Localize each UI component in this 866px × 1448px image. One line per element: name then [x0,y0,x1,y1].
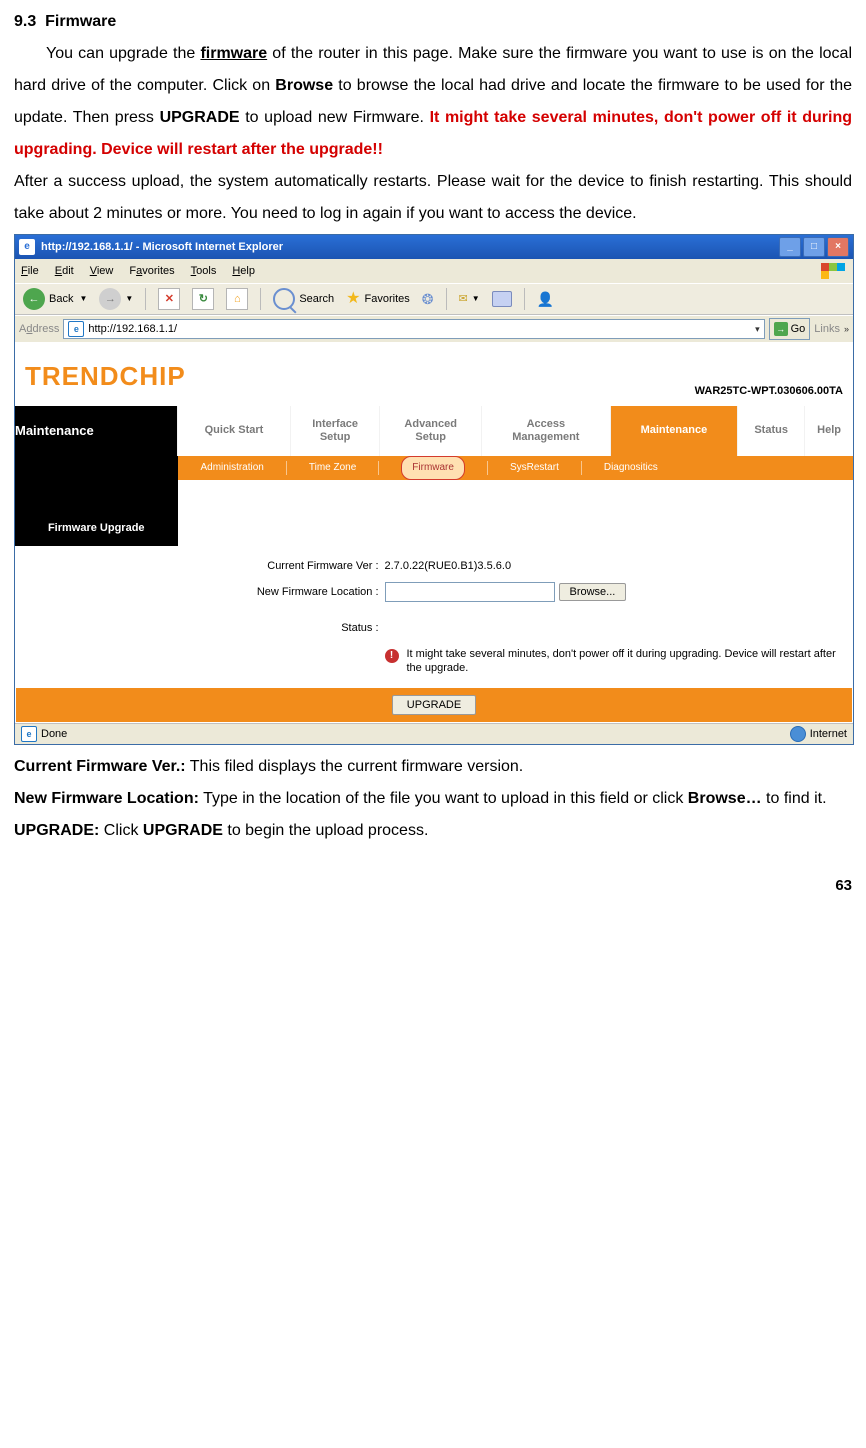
history-button[interactable]: ❂ [418,283,438,315]
nav-section-label: Maintenance [15,406,178,456]
menu-file[interactable]: File [21,260,39,282]
close-button[interactable]: × [827,237,849,257]
back-button[interactable]: ←Back▼ [19,286,91,312]
term-firmware: firmware [200,45,267,62]
term-upgrade: UPGRADE [160,109,240,126]
page-number: 63 [0,847,866,904]
statusbar: e Done Internet [15,723,853,744]
page-icon: e [68,321,84,337]
value-current-firmware: 2.7.0.22(RUE0.B1)3.5.6.0 [385,555,512,577]
browse-button[interactable]: Browse... [559,583,627,601]
print-button[interactable] [488,289,516,309]
upgrade-button[interactable]: UPGRADE [392,695,476,715]
status-page-icon: e [21,726,37,742]
status-message: It might take several minutes, don't pow… [407,647,843,676]
desc-upgrade: UPGRADE: Click UPGRADE to begin the uplo… [14,815,852,847]
refresh-button[interactable]: ↻ [188,286,218,312]
ie-window: e http://192.168.1.1/ - Microsoft Intern… [14,234,854,745]
section-title-text: Firmware [45,13,116,30]
home-button[interactable]: ⌂ [222,286,252,312]
paragraph-1: You can upgrade the firmware of the rout… [14,38,852,166]
nav-table: Maintenance Quick Start Interface Setup … [15,406,853,723]
nav-access-management[interactable]: Access Management [482,406,611,456]
label-new-firmware: New Firmware Location : [189,581,385,603]
favorites-button[interactable]: ★Favorites [342,281,414,317]
paragraph-2: After a success upload, the system autom… [14,166,852,230]
person-icon: 👤 [537,285,554,313]
menu-edit[interactable]: Edit [55,260,74,282]
page-content: TRENDCHIP WAR25TC-WPT.030606.00TA Mainte… [15,342,853,723]
messenger-button[interactable]: 👤 [533,283,558,315]
nav-quick-start[interactable]: Quick Start [178,406,291,456]
address-bar: Address e http://192.168.1.1/ ▾ → Go Lin… [15,315,853,342]
history-icon: ❂ [422,285,434,313]
subnav-administration[interactable]: Administration [179,458,286,478]
subnav-diagnostics[interactable]: Diagnositics [582,458,680,478]
mail-icon: ✉ [459,288,468,310]
nav-maintenance[interactable]: Maintenance [610,406,737,456]
globe-icon [790,726,806,742]
go-icon: → [774,322,788,336]
status-done: Done [41,723,67,745]
model-number: WAR25TC-WPT.030606.00TA [695,380,843,402]
minimize-button[interactable]: _ [779,237,801,257]
links-chevron-icon[interactable]: » [844,320,849,338]
go-button[interactable]: → Go [769,318,811,340]
subnav-sysrestart[interactable]: SysRestart [488,458,581,478]
maximize-button[interactable]: □ [803,237,825,257]
address-input[interactable]: e http://192.168.1.1/ ▾ [63,319,764,339]
section-firmware-upgrade: Firmware Upgrade [15,510,178,546]
address-value: http://192.168.1.1/ [88,318,177,340]
nav-interface-setup[interactable]: Interface Setup [290,406,379,456]
section-number: 9.3 [14,13,36,30]
menu-tools[interactable]: Tools [191,260,217,282]
status-zone: Internet [810,723,847,745]
menu-view[interactable]: View [90,260,114,282]
nav-status[interactable]: Status [738,406,805,456]
forward-button[interactable]: →▼ [95,286,137,312]
links-label[interactable]: Links [814,318,840,340]
titlebar: e http://192.168.1.1/ - Microsoft Intern… [15,235,853,259]
menu-favorites[interactable]: Favorites [129,260,174,282]
subnav-timezone[interactable]: Time Zone [287,458,378,478]
search-button[interactable]: Search [269,286,338,312]
subnav-firmware[interactable]: Firmware [379,456,487,480]
term-browse: Browse [275,77,333,94]
brand-logo: TRENDCHIP [25,350,186,402]
menu-help[interactable]: Help [232,260,255,282]
windows-flag-icon [821,263,847,279]
label-current-firmware: Current Firmware Ver : [189,555,385,577]
section-heading: 9.3 Firmware [14,10,852,34]
star-icon: ★ [346,283,360,315]
nav-advanced-setup[interactable]: Advanced Setup [380,406,482,456]
address-label: Address [19,318,59,340]
stop-button[interactable]: ✕ [154,286,184,312]
warning-icon: ! [385,649,399,663]
label-status: Status : [189,617,385,639]
window-title: http://192.168.1.1/ - Microsoft Internet… [41,236,779,258]
printer-icon [492,291,512,307]
input-new-firmware-location[interactable] [385,582,555,602]
menubar: File Edit View Favorites Tools Help [15,259,853,283]
search-icon [273,288,295,310]
mail-button[interactable]: ✉▼ [455,286,484,312]
toolbar: ←Back▼ →▼ ✕ ↻ ⌂ Search ★Favorites ❂ ✉▼ 👤 [15,283,853,315]
nav-help[interactable]: Help [805,406,853,456]
desc-new-firmware-location: New Firmware Location: Type in the locat… [14,783,852,815]
ie-icon: e [19,239,35,255]
desc-current-firmware: Current Firmware Ver.: This filed displa… [14,751,852,783]
address-dropdown-icon[interactable]: ▾ [755,320,760,338]
